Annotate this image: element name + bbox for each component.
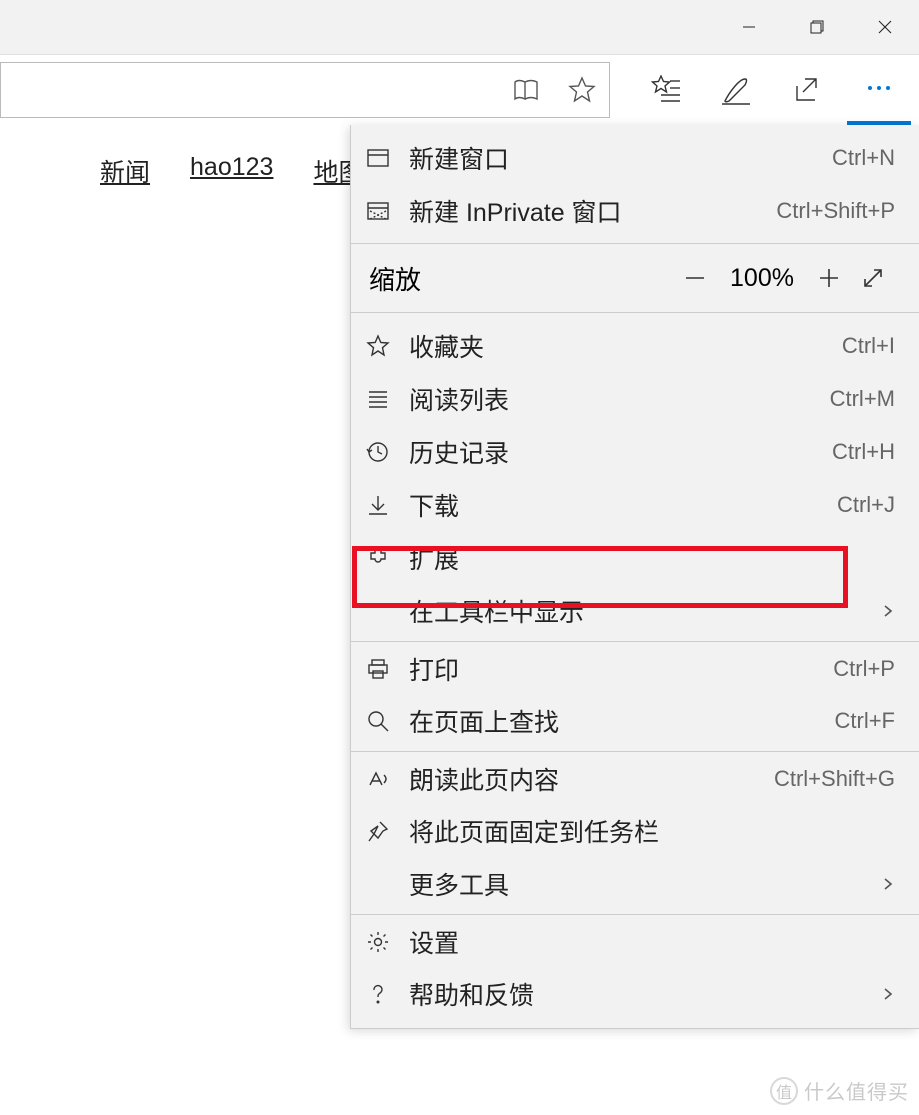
menu-label: 在页面上查找 — [409, 703, 835, 739]
inprivate-window-icon — [365, 198, 391, 224]
menu-label: 扩展 — [409, 540, 895, 576]
window-close-button[interactable] — [851, 0, 919, 55]
menu-shortcut: Ctrl+I — [842, 333, 895, 359]
window-title-bar — [0, 0, 919, 55]
zoom-in-button[interactable] — [807, 256, 851, 300]
help-icon — [365, 981, 391, 1007]
address-bar[interactable] — [0, 62, 610, 118]
menu-print[interactable]: 打印 Ctrl+P — [351, 641, 919, 694]
notes-pen-icon[interactable] — [720, 74, 752, 106]
read-aloud-icon — [365, 766, 391, 792]
menu-shortcut: Ctrl+J — [837, 492, 895, 518]
menu-new-window[interactable]: 新建窗口 Ctrl+N — [351, 131, 919, 184]
print-icon — [365, 656, 391, 682]
toolbar-icon-group — [650, 74, 822, 106]
menu-label: 在工具栏中显示 — [409, 593, 875, 629]
menu-more-tools[interactable]: 更多工具 — [351, 857, 919, 910]
menu-shortcut: Ctrl+N — [832, 145, 895, 171]
watermark: 值 什么值得买 — [770, 1076, 909, 1105]
search-icon — [365, 708, 391, 734]
favorite-star-icon[interactable] — [567, 75, 597, 105]
menu-downloads[interactable]: 下载 Ctrl+J — [351, 478, 919, 531]
menu-label: 新建 InPrivate 窗口 — [409, 193, 776, 229]
menu-label: 帮助和反馈 — [409, 976, 875, 1012]
reading-view-icon[interactable] — [511, 75, 541, 105]
fullscreen-button[interactable] — [851, 256, 895, 300]
share-icon[interactable] — [790, 74, 822, 106]
extension-icon — [365, 545, 391, 571]
star-icon — [365, 333, 391, 359]
menu-label: 历史记录 — [409, 434, 832, 470]
favorites-list-icon[interactable] — [650, 74, 682, 106]
window-maximize-button[interactable] — [783, 0, 851, 55]
menu-shortcut: Ctrl+H — [832, 439, 895, 465]
chevron-right-icon — [875, 604, 895, 618]
menu-shortcut: Ctrl+F — [835, 708, 896, 734]
menu-help[interactable]: 帮助和反馈 — [351, 967, 919, 1020]
menu-label: 新建窗口 — [409, 140, 832, 176]
menu-zoom-row: 缩放 100% — [351, 243, 919, 313]
chevron-right-icon — [875, 987, 895, 1001]
watermark-badge: 值 — [770, 1077, 798, 1105]
menu-settings[interactable]: 设置 — [351, 914, 919, 967]
gear-icon — [365, 929, 391, 955]
menu-extensions[interactable]: 扩展 — [351, 531, 919, 584]
menu-label: 将此页面固定到任务栏 — [409, 813, 895, 849]
window-minimize-button[interactable] — [715, 0, 783, 55]
menu-reading-list[interactable]: 阅读列表 Ctrl+M — [351, 372, 919, 425]
menu-label: 朗读此页内容 — [409, 761, 774, 797]
browser-toolbar — [0, 55, 919, 125]
menu-new-inprivate[interactable]: 新建 InPrivate 窗口 Ctrl+Shift+P — [351, 184, 919, 237]
watermark-text: 什么值得买 — [804, 1076, 909, 1105]
menu-label: 设置 — [409, 924, 895, 960]
menu-pin-taskbar[interactable]: 将此页面固定到任务栏 — [351, 804, 919, 857]
new-window-icon — [365, 145, 391, 171]
menu-history[interactable]: 历史记录 Ctrl+H — [351, 425, 919, 478]
menu-shortcut: Ctrl+Shift+G — [774, 766, 895, 792]
chevron-right-icon — [875, 877, 895, 891]
more-menu-button[interactable] — [847, 55, 911, 125]
menu-label: 下载 — [409, 487, 837, 523]
menu-label: 阅读列表 — [409, 381, 830, 417]
menu-show-in-toolbar[interactable]: 在工具栏中显示 — [351, 584, 919, 637]
history-icon — [365, 439, 391, 465]
download-icon — [365, 492, 391, 518]
menu-label: 收藏夹 — [409, 328, 842, 364]
menu-label: 打印 — [409, 651, 833, 687]
menu-shortcut: Ctrl+Shift+P — [776, 198, 895, 224]
zoom-label: 缩放 — [369, 260, 421, 297]
menu-find[interactable]: 在页面上查找 Ctrl+F — [351, 694, 919, 747]
menu-read-aloud[interactable]: 朗读此页内容 Ctrl+Shift+G — [351, 751, 919, 804]
menu-label: 更多工具 — [409, 866, 875, 902]
menu-shortcut: Ctrl+P — [833, 656, 895, 682]
settings-dropdown-menu: 新建窗口 Ctrl+N 新建 InPrivate 窗口 Ctrl+Shift+P… — [350, 125, 919, 1029]
reading-list-icon — [365, 386, 391, 412]
zoom-out-button[interactable] — [673, 256, 717, 300]
nav-link-news[interactable]: 新闻 — [100, 153, 150, 189]
menu-favorites[interactable]: 收藏夹 Ctrl+I — [351, 319, 919, 372]
pin-icon — [365, 818, 391, 844]
menu-shortcut: Ctrl+M — [830, 386, 895, 412]
nav-link-hao123[interactable]: hao123 — [190, 153, 273, 189]
zoom-value: 100% — [717, 264, 807, 293]
